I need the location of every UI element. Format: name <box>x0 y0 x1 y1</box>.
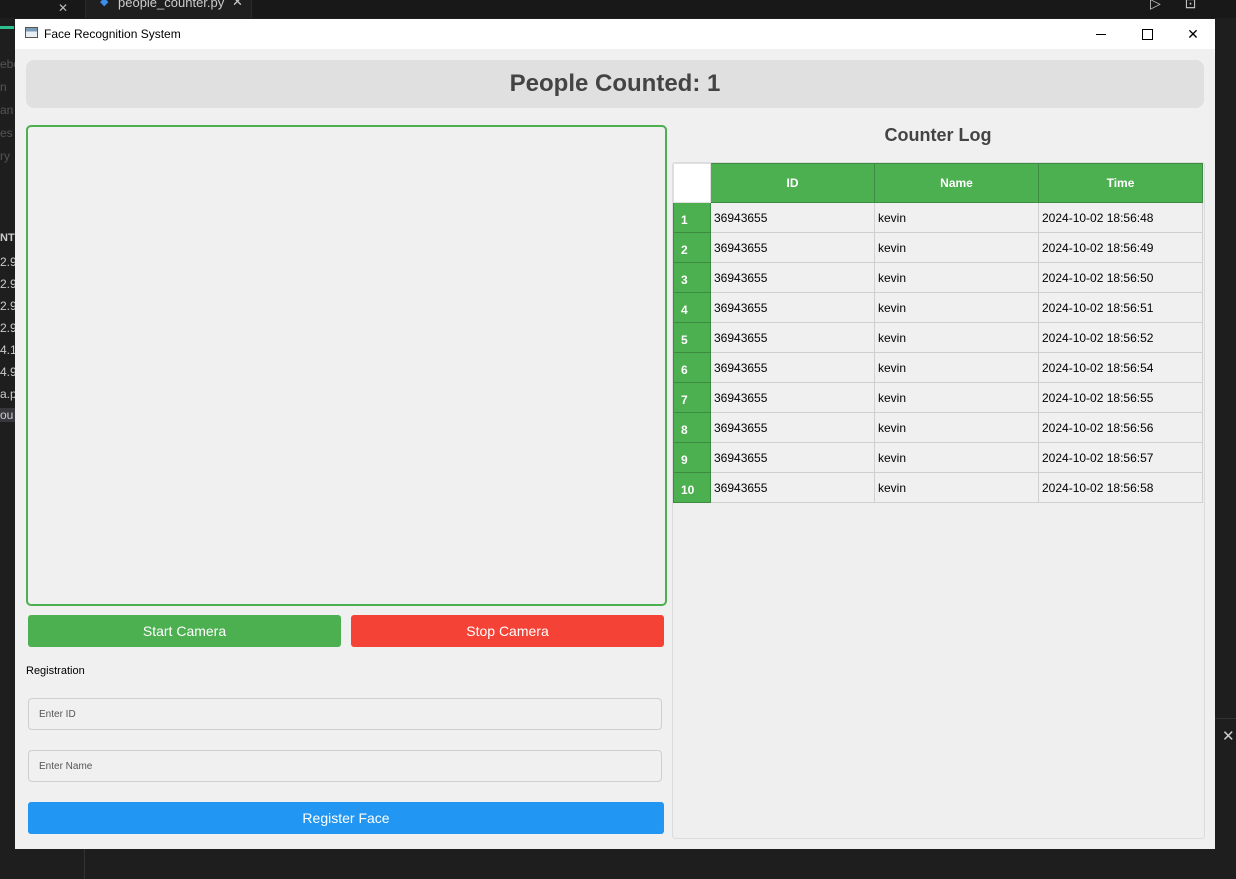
row-number[interactable]: 8 <box>673 412 711 443</box>
cell-time[interactable]: 2024-10-02 18:56:54 <box>1038 352 1203 383</box>
row-number[interactable]: 9 <box>673 442 711 473</box>
close-button[interactable]: ✕ <box>1170 19 1216 49</box>
editor-side-line: an <box>0 103 14 117</box>
counter-log-table[interactable]: ID Name Time 1 36943655 kevin 2024-10-02 18… <box>673 163 1203 503</box>
row-number[interactable]: 3 <box>673 262 711 293</box>
cell-name[interactable]: kevin <box>874 352 1039 383</box>
divider <box>1215 718 1236 719</box>
editor-tab-label: people_counter.py <box>118 0 225 10</box>
stop-camera-button[interactable]: Stop Camera <box>351 615 664 647</box>
app-icon <box>25 27 38 38</box>
cell-id[interactable]: 36943655 <box>710 412 875 443</box>
cell-id[interactable]: 36943655 <box>710 262 875 293</box>
editor-side-line: n <box>0 80 7 94</box>
counter-log-title: Counter Log <box>884 125 992 145</box>
title-bar: Face Recognition System ✕ <box>15 19 1215 49</box>
window-title: Face Recognition System <box>44 27 181 41</box>
column-header-id[interactable]: ID <box>710 163 875 203</box>
close-icon: ✕ <box>1187 25 1199 42</box>
cell-name[interactable]: kevin <box>874 292 1039 323</box>
maximize-button[interactable] <box>1124 19 1170 49</box>
cell-name[interactable]: kevin <box>874 232 1039 263</box>
cell-time[interactable]: 2024-10-02 18:56:49 <box>1038 232 1203 263</box>
maximize-icon <box>1141 28 1153 40</box>
table-corner[interactable] <box>673 163 711 203</box>
table-row[interactable]: 4 36943655 kevin 2024-10-02 18:56:51 <box>673 292 1203 323</box>
table-row[interactable]: 8 36943655 kevin 2024-10-02 18:56:56 <box>673 412 1203 443</box>
cell-id[interactable]: 36943655 <box>710 232 875 263</box>
table-header-row: ID Name Time <box>673 163 1203 203</box>
table-row[interactable]: 9 36943655 kevin 2024-10-02 18:56:57 <box>673 442 1203 473</box>
row-number[interactable]: 2 <box>673 232 711 263</box>
row-number[interactable]: 5 <box>673 322 711 353</box>
editor-accent-bar <box>0 26 14 29</box>
divider <box>84 849 85 879</box>
close-icon[interactable]: ✕ <box>1222 727 1235 745</box>
minimize-icon <box>1096 33 1106 35</box>
table-row[interactable]: 5 36943655 kevin 2024-10-02 18:56:52 <box>673 322 1203 353</box>
cell-time[interactable]: 2024-10-02 18:56:48 <box>1038 202 1203 233</box>
table-row[interactable]: 10 36943655 kevin 2024-10-02 18:56:58 <box>673 472 1203 503</box>
cell-name[interactable]: kevin <box>874 262 1039 293</box>
table-row[interactable]: 7 36943655 kevin 2024-10-02 18:56:55 <box>673 382 1203 413</box>
register-face-button[interactable]: Register Face <box>28 802 664 834</box>
cell-id[interactable]: 36943655 <box>710 472 875 503</box>
cell-time[interactable]: 2024-10-02 18:56:56 <box>1038 412 1203 443</box>
app-window: Face Recognition System ✕ People Counted… <box>15 19 1215 849</box>
cell-time[interactable]: 2024-10-02 18:56:50 <box>1038 262 1203 293</box>
camera-view <box>26 125 667 606</box>
row-number[interactable]: 4 <box>673 292 711 323</box>
editor-tab[interactable]: ◆ people_counter.py ✕ <box>85 0 252 18</box>
table-row[interactable]: 2 36943655 kevin 2024-10-02 18:56:49 <box>673 232 1203 263</box>
cell-time[interactable]: 2024-10-02 18:56:52 <box>1038 322 1203 353</box>
close-icon[interactable]: ✕ <box>232 0 243 8</box>
cell-id[interactable]: 36943655 <box>710 292 875 323</box>
cell-id[interactable]: 36943655 <box>710 382 875 413</box>
close-icon[interactable]: ✕ <box>58 1 68 15</box>
table-row[interactable]: 3 36943655 kevin 2024-10-02 18:56:50 <box>673 262 1203 293</box>
name-input[interactable] <box>28 750 662 782</box>
cell-time[interactable]: 2024-10-02 18:56:57 <box>1038 442 1203 473</box>
editor-side-line: NT <box>0 232 15 244</box>
table-row[interactable]: 6 36943655 kevin 2024-10-02 18:56:54 <box>673 352 1203 383</box>
row-number[interactable]: 1 <box>673 202 711 233</box>
cell-time[interactable]: 2024-10-02 18:56:58 <box>1038 472 1203 503</box>
cell-name[interactable]: kevin <box>874 442 1039 473</box>
minimize-button[interactable] <box>1078 19 1124 49</box>
cell-time[interactable]: 2024-10-02 18:56:55 <box>1038 382 1203 413</box>
python-file-icon: ◆ <box>100 0 109 8</box>
cell-id[interactable]: 36943655 <box>710 202 875 233</box>
cell-name[interactable]: kevin <box>874 382 1039 413</box>
table-row[interactable]: 1 36943655 kevin 2024-10-02 18:56:48 <box>673 202 1203 233</box>
cell-name[interactable]: kevin <box>874 472 1039 503</box>
column-header-time[interactable]: Time <box>1038 163 1203 203</box>
editor-side-line: ry <box>0 149 10 163</box>
cell-name[interactable]: kevin <box>874 412 1039 443</box>
cell-time[interactable]: 2024-10-02 18:56:51 <box>1038 292 1203 323</box>
start-camera-button[interactable]: Start Camera <box>28 615 341 647</box>
cell-name[interactable]: kevin <box>874 202 1039 233</box>
row-number[interactable]: 7 <box>673 382 711 413</box>
cell-name[interactable]: kevin <box>874 322 1039 353</box>
cell-id[interactable]: 36943655 <box>710 322 875 353</box>
row-number[interactable]: 6 <box>673 352 711 383</box>
people-counted-banner: People Counted: 1 <box>26 60 1204 108</box>
registration-label: Registration <box>26 665 85 677</box>
editor-tab-bar: ✕ ◆ people_counter.py ✕ ▷ ⊡ ⋯ <box>0 0 1236 28</box>
column-header-name[interactable]: Name <box>874 163 1039 203</box>
cell-id[interactable]: 36943655 <box>710 352 875 383</box>
editor-side-line: ou <box>0 408 15 422</box>
editor-side-line: es <box>0 126 13 140</box>
id-input[interactable] <box>28 698 662 730</box>
row-number[interactable]: 10 <box>673 472 711 503</box>
cell-id[interactable]: 36943655 <box>710 442 875 473</box>
